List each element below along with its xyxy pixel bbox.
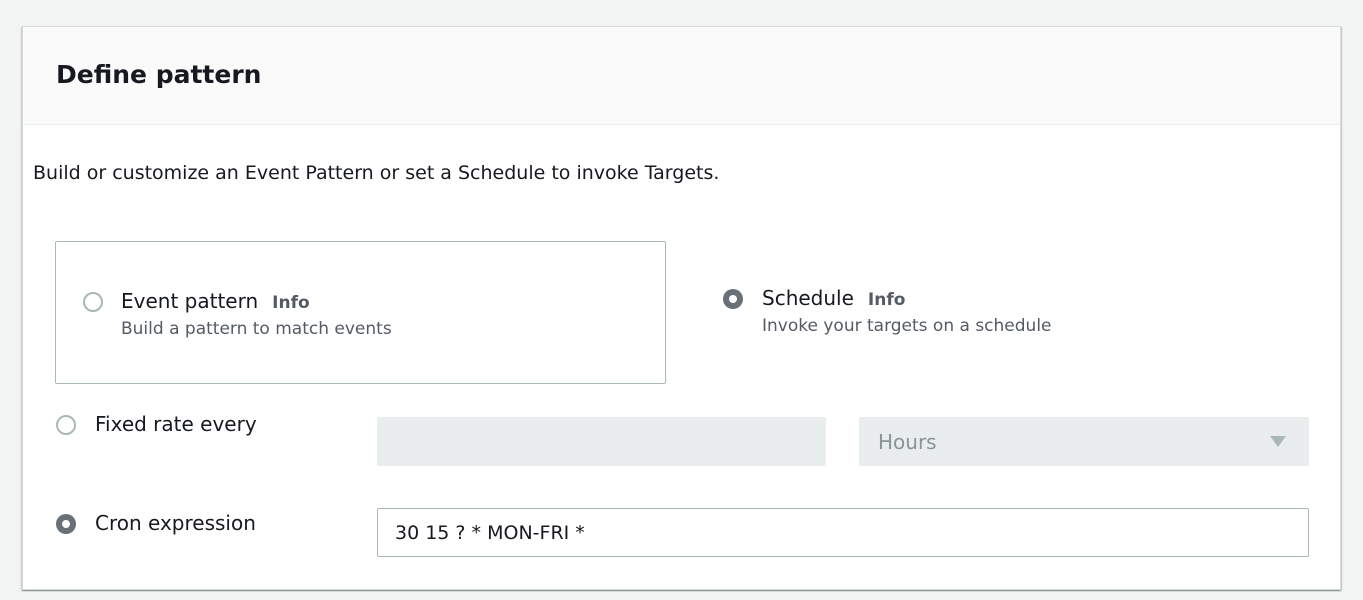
event-pattern-description: Build a pattern to match events	[121, 319, 392, 339]
schedule-radio[interactable]	[723, 289, 743, 309]
panel-title: Define pattern	[56, 60, 262, 89]
fixed-rate-value-input[interactable]	[377, 417, 826, 466]
fixed-rate-label: Fixed rate every	[95, 412, 257, 436]
schedule-info-link[interactable]: Info	[868, 290, 906, 310]
fixed-rate-radio[interactable]	[56, 415, 76, 435]
event-pattern-radio[interactable]	[83, 292, 103, 312]
schedule-label-row: Schedule Info	[762, 284, 905, 314]
caret-down-icon	[1270, 436, 1286, 447]
cron-expression-radio[interactable]	[56, 514, 76, 534]
panel-header: Define pattern	[23, 27, 1340, 125]
event-pattern-info-link[interactable]: Info	[272, 293, 310, 313]
fixed-rate-unit-value: Hours	[878, 430, 937, 454]
cron-expression-input[interactable]	[377, 508, 1309, 557]
schedule-description: Invoke your targets on a schedule	[762, 316, 1052, 336]
schedule-tile[interactable]: Schedule Info Invoke your targets on a sc…	[696, 241, 1307, 384]
event-pattern-label-row: Event pattern Info	[121, 287, 310, 317]
fixed-rate-unit-select[interactable]: Hours	[859, 417, 1309, 466]
cron-expression-label: Cron expression	[95, 511, 256, 535]
schedule-label: Schedule	[762, 286, 854, 310]
panel-description: Build or customize an Event Pattern or s…	[33, 162, 720, 184]
event-pattern-tile[interactable]: Event pattern Info Build a pattern to mat…	[55, 241, 666, 384]
event-pattern-label: Event pattern	[121, 289, 259, 313]
